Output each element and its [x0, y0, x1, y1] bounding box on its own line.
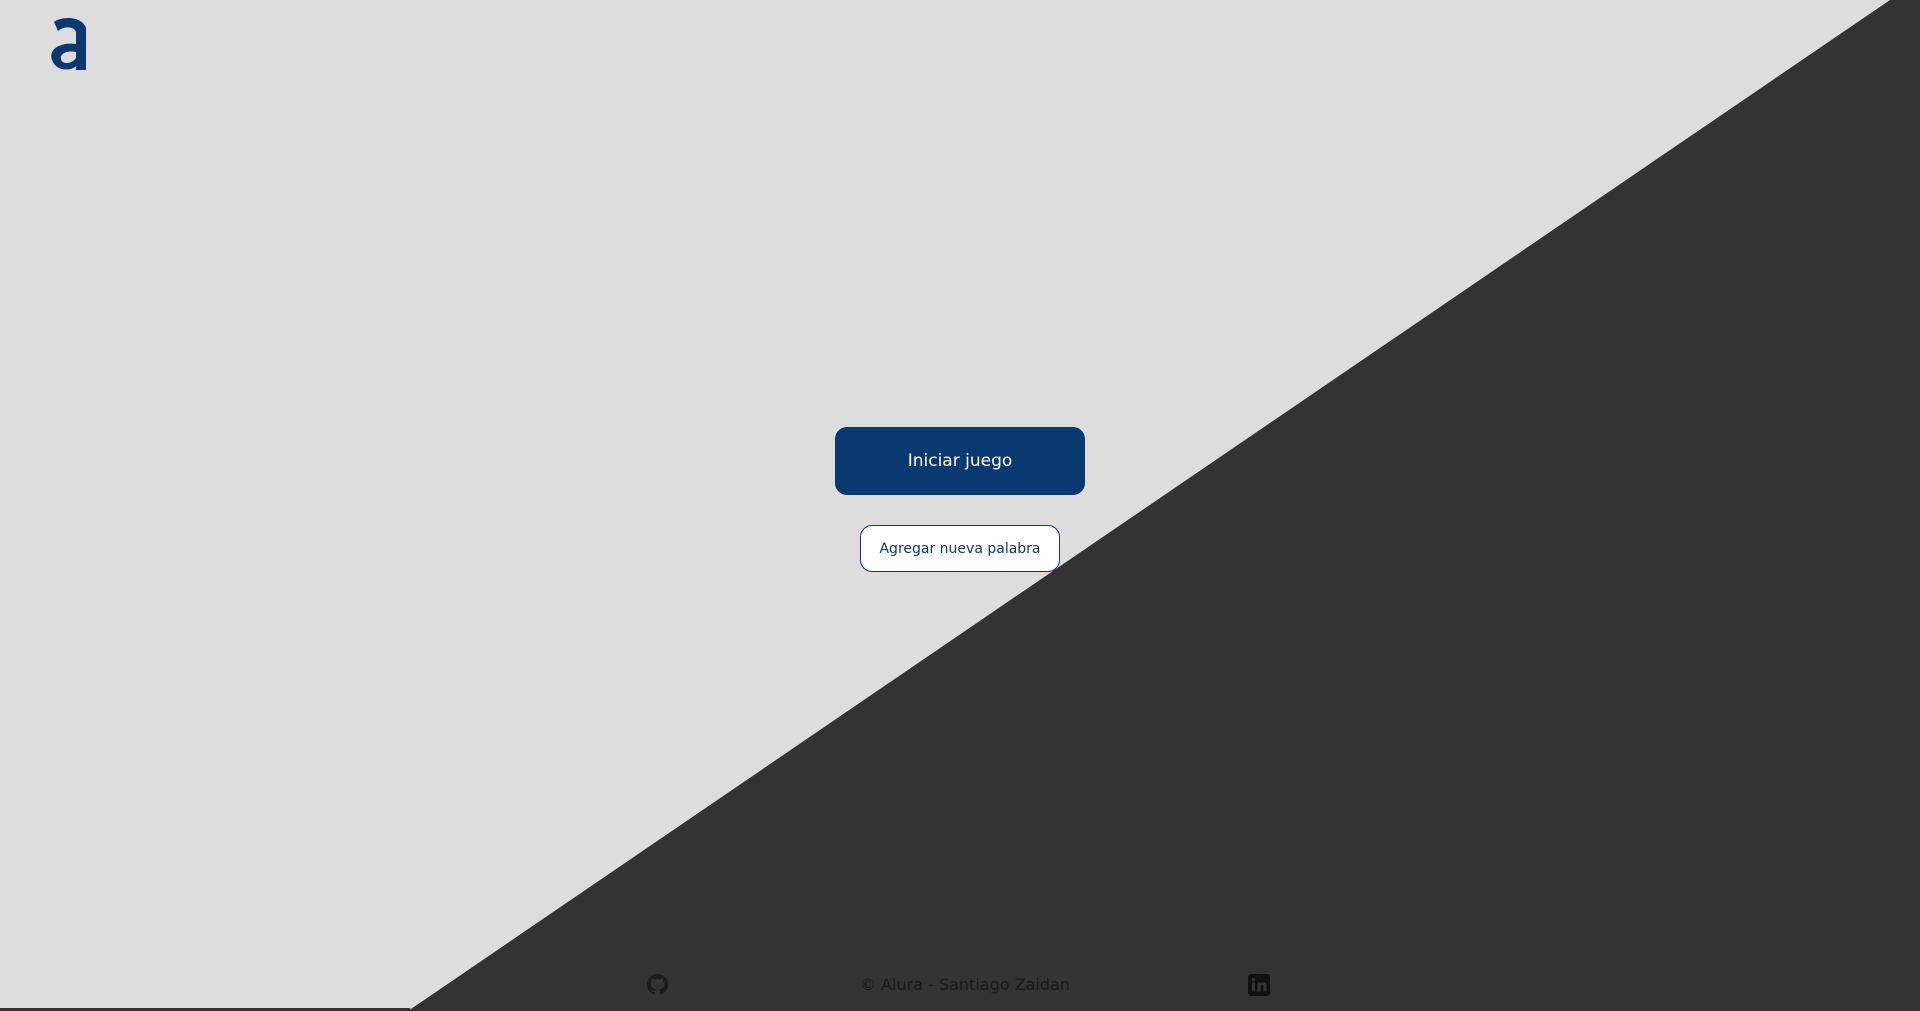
github-icon[interactable]	[647, 974, 668, 995]
footer-copyright: © Alura - Santiago Zaidan	[860, 975, 1070, 994]
add-new-word-button[interactable]: Agregar nueva palabra	[860, 525, 1060, 572]
linkedin-icon[interactable]	[1248, 974, 1270, 996]
main-actions: Iniciar juego Agregar nueva palabra	[0, 427, 1920, 572]
alura-logo-icon[interactable]	[48, 14, 92, 74]
start-game-button[interactable]: Iniciar juego	[835, 427, 1085, 495]
footer: © Alura - Santiago Zaidan	[0, 970, 1920, 1000]
